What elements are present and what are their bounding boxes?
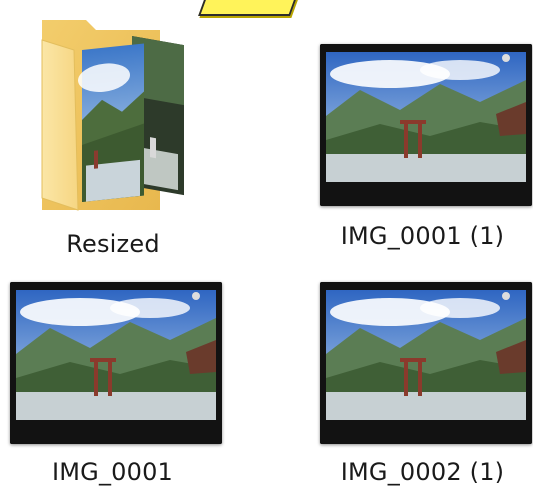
image-thumbnail (10, 282, 222, 444)
file-explorer-icon-view: Resized IMG_0001 (1) IMG_0001 IMG_0002 (… (0, 0, 533, 491)
image-thumbnail (320, 44, 532, 206)
image-thumbnail (320, 282, 532, 444)
file-name-label: Resized (66, 230, 160, 258)
file-name-label: IMG_0001 (51, 458, 174, 486)
folder-item-resized[interactable]: Resized (8, 8, 218, 270)
file-name-label: IMG_0002 (1) (340, 458, 505, 486)
file-item-img-0002-1[interactable]: IMG_0002 (1) (310, 278, 533, 491)
file-item-img-0001[interactable]: IMG_0001 (0, 278, 225, 491)
folder-icon (41, 20, 184, 211)
file-item-img-0001-1[interactable]: IMG_0001 (1) (310, 40, 533, 260)
file-name-label: IMG_0001 (1) (340, 222, 505, 250)
